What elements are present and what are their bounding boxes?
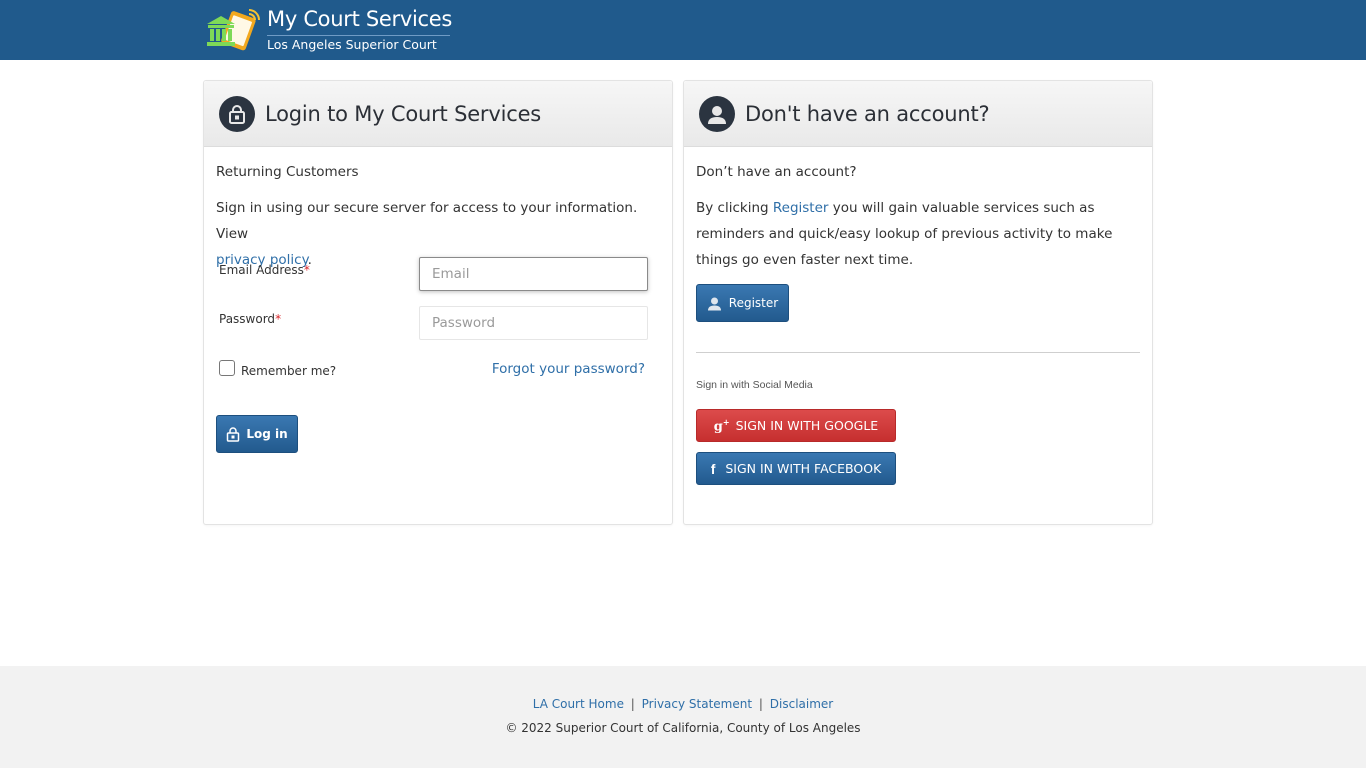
no-account-question: Don’t have an account? — [696, 164, 857, 180]
brand-divider — [267, 35, 450, 36]
register-button[interactable]: Register — [696, 284, 789, 322]
footer-separator: | — [630, 697, 635, 711]
footer: LA Court Home | Privacy Statement | Disc… — [0, 666, 1366, 768]
intro-text: Sign in using our secure server for acce… — [216, 200, 638, 242]
user-icon — [699, 95, 735, 132]
copyright-text: © 2022 Superior Court of California, Cou… — [505, 721, 861, 735]
remember-me-label[interactable]: Remember me? — [241, 364, 336, 378]
footer-separator: | — [758, 697, 763, 711]
password-label: Password* — [219, 312, 282, 326]
login-panel: Login to My Court Services Returning Cus… — [203, 80, 673, 525]
user-icon — [707, 297, 721, 310]
register-text-prefix: By clicking — [696, 200, 773, 216]
lock-icon — [219, 95, 255, 132]
register-description: By clicking Register you will gain valua… — [696, 195, 1141, 273]
google-plus-icon: g+ — [713, 416, 730, 435]
returning-customers-label: Returning Customers — [216, 164, 359, 180]
register-panel-header: Don't have an account? — [684, 81, 1152, 147]
email-label: Email Address* — [219, 263, 310, 277]
password-input[interactable] — [419, 306, 648, 340]
facebook-button-label: SIGN IN WITH FACEBOOK — [725, 461, 882, 476]
remember-me-checkbox[interactable] — [219, 360, 235, 376]
email-input[interactable] — [419, 257, 648, 291]
forgot-password-link[interactable]: Forgot your password? — [492, 361, 645, 377]
google-button-label: SIGN IN WITH GOOGLE — [735, 418, 879, 433]
login-button[interactable]: Log in — [216, 415, 298, 453]
courthouse-tablet-logo-icon — [205, 6, 261, 54]
footer-link-disclaimer[interactable]: Disclaimer — [770, 697, 833, 711]
required-asterisk: * — [303, 263, 310, 277]
facebook-icon: f — [710, 460, 716, 477]
lock-icon — [227, 426, 240, 442]
app-title: My Court Services — [267, 7, 453, 31]
login-panel-title: Login to My Court Services — [265, 101, 542, 126]
app-subtitle: Los Angeles Superior Court — [267, 37, 437, 52]
brand[interactable]: My Court Services Los Angeles Superior C… — [205, 6, 452, 56]
footer-link-privacy-statement[interactable]: Privacy Statement — [642, 697, 752, 711]
footer-link-la-court-home[interactable]: LA Court Home — [533, 697, 624, 711]
section-divider — [696, 352, 1140, 353]
top-header-bar: My Court Services Los Angeles Superior C… — [0, 0, 1366, 60]
required-asterisk: * — [275, 312, 282, 326]
footer-links: LA Court Home | Privacy Statement | Disc… — [0, 697, 1366, 711]
social-media-label: Sign in with Social Media — [696, 379, 813, 391]
login-panel-header: Login to My Court Services — [204, 81, 672, 147]
login-button-label: Log in — [246, 427, 288, 441]
facebook-signin-button[interactable]: f SIGN IN WITH FACEBOOK — [696, 452, 896, 485]
google-signin-button[interactable]: g+ SIGN IN WITH GOOGLE — [696, 409, 896, 442]
register-link[interactable]: Register — [773, 200, 829, 216]
register-panel-title: Don't have an account? — [745, 101, 990, 126]
register-button-label: Register — [728, 296, 779, 310]
register-panel: Don't have an account? Don’t have an acc… — [683, 80, 1153, 525]
